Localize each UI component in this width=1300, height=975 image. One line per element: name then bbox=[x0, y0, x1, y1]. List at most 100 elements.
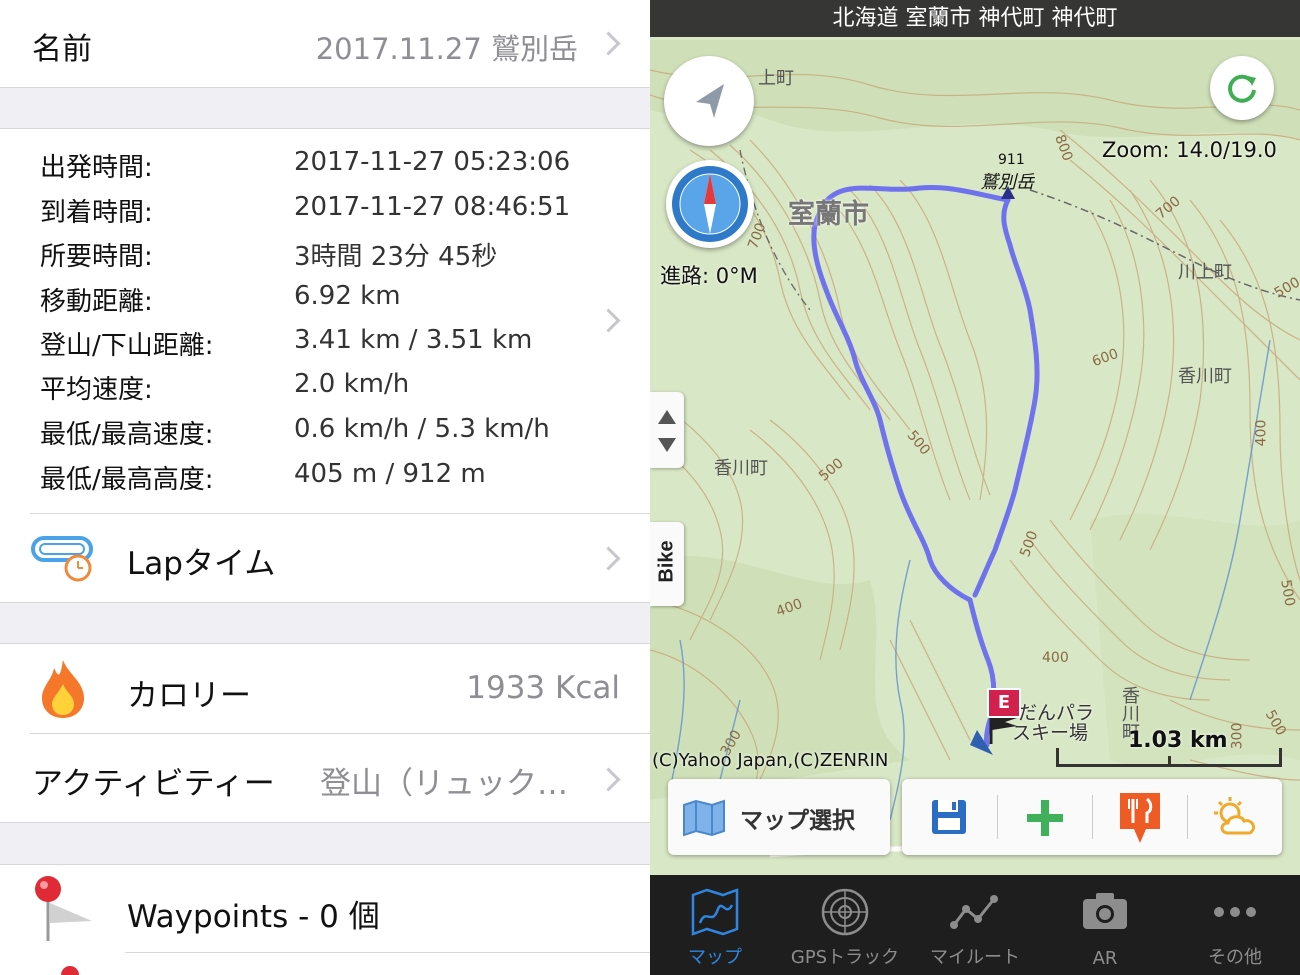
lap-time-row[interactable]: Lapタイム bbox=[0, 514, 650, 602]
route-icon bbox=[950, 895, 998, 929]
name-value: 2017.11.27 鷲別岳 bbox=[315, 32, 578, 66]
pin-icon bbox=[61, 966, 79, 975]
stat-label: 最低/最高速度: bbox=[40, 420, 214, 450]
map-action-toolbar bbox=[902, 779, 1282, 855]
end-marker-badge: E bbox=[987, 688, 1021, 718]
pin-icon bbox=[35, 876, 92, 941]
map-select-button[interactable]: マップ選択 bbox=[668, 779, 890, 855]
stat-label: 平均速度: bbox=[40, 375, 153, 405]
town-label: 香川町 bbox=[714, 458, 768, 479]
stat-value: 2.0 km/h bbox=[294, 369, 410, 399]
restaurant-search-button[interactable] bbox=[1093, 779, 1187, 855]
end-marker-label: E bbox=[997, 692, 1011, 713]
flame-icon bbox=[42, 660, 84, 718]
waypoints-label: Waypoints - 0 個 bbox=[127, 899, 380, 935]
map-icon bbox=[691, 888, 739, 936]
town-label: 川上町 bbox=[1178, 262, 1232, 283]
scale-bar: 1.03 km bbox=[1056, 728, 1282, 768]
activity-row[interactable]: アクティビティー 登山（リュック… bbox=[0, 734, 650, 822]
map-panel: 911 鷲別岳 室蘭市 上町 川上町 香川町 香川町 800 700 700 6… bbox=[650, 0, 1300, 975]
scale-tick bbox=[1279, 748, 1282, 767]
lap-stopwatch-icon bbox=[31, 536, 93, 582]
town-label: 香川町 bbox=[1178, 366, 1232, 387]
divider bbox=[0, 822, 650, 823]
contour-label: 400 bbox=[1253, 419, 1270, 447]
more-icon bbox=[1214, 907, 1256, 917]
folded-map-icon bbox=[683, 799, 725, 837]
tab-bar: マップ GPSトラック マイルート AR その他 bbox=[650, 875, 1300, 975]
refresh-button[interactable] bbox=[1210, 56, 1274, 120]
address-bar: 北海道 室蘭市 神代町 神代町 bbox=[650, 0, 1300, 37]
stat-value: 0.6 km/h / 5.3 km/h bbox=[294, 414, 550, 444]
camera-icon bbox=[1083, 893, 1127, 929]
stat-arrival: 到着時間: 2017-11-27 08:46:51 bbox=[40, 192, 600, 236]
peak-elevation-label: 911 bbox=[998, 152, 1025, 168]
heading-readout: 進路: 0°M bbox=[660, 264, 758, 288]
tab-label: マイルート bbox=[930, 947, 1020, 968]
tab-map[interactable]: マップ bbox=[650, 875, 780, 975]
weather-button[interactable] bbox=[1188, 779, 1282, 855]
name-label: 名前 bbox=[32, 32, 92, 67]
chevron-right-icon bbox=[596, 308, 621, 333]
stat-up-down-distance: 登山/下山距離: 3.41 km / 3.51 km bbox=[40, 325, 600, 369]
expand-collapse-tab[interactable] bbox=[650, 392, 684, 468]
stat-duration: 所要時間: 3時間 23分 45秒 bbox=[40, 236, 600, 280]
activity-label: アクティビティー bbox=[32, 766, 275, 802]
tab-label: AR bbox=[1092, 948, 1118, 969]
name-row[interactable]: 名前 2017.11.27 鷲別岳 bbox=[0, 0, 650, 87]
stat-value: 3時間 23分 45秒 bbox=[294, 242, 498, 272]
tab-gps-track[interactable]: GPSトラック bbox=[780, 875, 910, 975]
sun-cloud-icon bbox=[1214, 797, 1256, 835]
tab-my-route[interactable]: マイルート bbox=[910, 875, 1040, 975]
calorie-label: カロリー bbox=[127, 678, 251, 714]
stat-label: 登山/下山距離: bbox=[40, 331, 214, 361]
calorie-value: 1933 Kcal bbox=[466, 670, 620, 706]
calorie-activity-section: カロリー 1933 Kcal アクティビティー 登山（リュック… bbox=[0, 644, 650, 822]
stat-value: 3.41 km / 3.51 km bbox=[294, 325, 533, 355]
compass-button[interactable] bbox=[666, 160, 754, 248]
tab-label: マップ bbox=[688, 947, 742, 968]
stats-section: 出発時間: 2017-11-27 05:23:06 到着時間: 2017-11-… bbox=[0, 129, 650, 602]
compass-icon bbox=[672, 166, 748, 242]
save-disk-icon bbox=[932, 800, 966, 834]
tab-more[interactable]: その他 bbox=[1170, 875, 1300, 975]
scale-tick bbox=[1056, 748, 1059, 767]
city-label: 室蘭市 bbox=[788, 199, 869, 230]
map-copyright: (C)Yahoo Japan,(C)ZENRIN bbox=[652, 750, 889, 771]
stat-value: 6.92 km bbox=[294, 281, 401, 311]
tab-label: GPSトラック bbox=[790, 947, 900, 968]
plus-icon bbox=[1027, 800, 1063, 836]
stat-label: 所要時間: bbox=[40, 242, 153, 272]
divider bbox=[125, 952, 650, 953]
chevron-right-icon bbox=[596, 767, 621, 792]
divider bbox=[0, 87, 650, 88]
add-waypoint-button[interactable] bbox=[998, 779, 1092, 855]
peak-name-label: 鷲別岳 bbox=[980, 172, 1034, 193]
stat-label: 出発時間: bbox=[40, 153, 153, 183]
refresh-icon bbox=[1228, 74, 1256, 103]
scale-label: 1.03 km bbox=[1128, 728, 1228, 753]
calorie-row: カロリー 1933 Kcal bbox=[0, 644, 650, 733]
town-label: 上町 bbox=[758, 68, 794, 89]
tab-ar[interactable]: AR bbox=[1040, 875, 1170, 975]
chevron-right-icon bbox=[596, 546, 621, 571]
stat-min-max-speed: 最低/最高速度: 0.6 km/h / 5.3 km/h bbox=[40, 414, 600, 458]
waypoints-row[interactable]: Waypoints - 0 個 bbox=[0, 865, 650, 952]
stat-distance: 移動距離: 6.92 km bbox=[40, 281, 600, 325]
restaurant-pin-icon bbox=[1120, 793, 1160, 843]
stat-min-max-altitude: 最低/最高高度: 405 m / 912 m bbox=[40, 459, 600, 503]
stat-label: 到着時間: bbox=[40, 198, 153, 228]
location-arrow-icon bbox=[696, 84, 724, 118]
end-marker[interactable]: E bbox=[987, 688, 1021, 744]
contour-label: 400 bbox=[1042, 650, 1069, 666]
stat-value: 2017-11-27 08:46:51 bbox=[294, 192, 571, 222]
stat-label: 移動距離: bbox=[40, 287, 153, 317]
stat-average-speed: 平均速度: 2.0 km/h bbox=[40, 369, 600, 413]
scale-tick bbox=[1168, 756, 1171, 767]
bike-mode-tab[interactable]: Bike bbox=[650, 522, 684, 606]
current-location-button[interactable] bbox=[664, 56, 754, 146]
stats-block[interactable]: 出発時間: 2017-11-27 05:23:06 到着時間: 2017-11-… bbox=[0, 129, 650, 513]
map-select-label: マップ選択 bbox=[740, 808, 855, 834]
stat-label: 最低/最高高度: bbox=[40, 465, 214, 495]
save-button[interactable] bbox=[902, 779, 997, 855]
